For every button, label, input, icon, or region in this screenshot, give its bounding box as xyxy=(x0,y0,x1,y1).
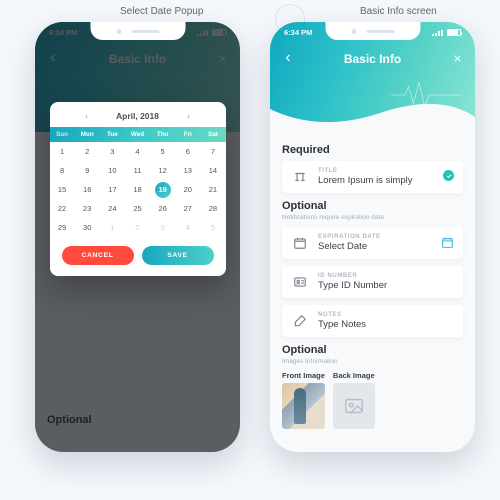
card-title[interactable]: TITLE Lorem Ipsum is simply xyxy=(282,161,463,193)
calendar-day[interactable]: 7 xyxy=(200,142,225,161)
card-id-value: Type ID Number xyxy=(318,280,454,291)
weekday-cell: Thu xyxy=(150,131,175,138)
weekday-header: SunMonTueWedThuFriSat xyxy=(50,127,226,142)
calendar-day[interactable]: 25 xyxy=(125,199,150,218)
calendar-day[interactable]: 22 xyxy=(50,199,75,218)
calendar-day[interactable]: 5 xyxy=(200,218,225,237)
status-time: 6:34 PM xyxy=(284,28,312,37)
calendar-day[interactable]: 3 xyxy=(100,142,125,161)
calendar-day[interactable]: 15 xyxy=(50,180,75,199)
section-optional-1: Optional xyxy=(282,200,463,212)
calendar-day[interactable]: 13 xyxy=(175,161,200,180)
weekday-cell: Tue xyxy=(100,131,125,138)
card-title-value: Lorem Ipsum is simply xyxy=(318,175,454,186)
card-exp-label: EXPIRATION DATE xyxy=(318,234,454,240)
phone-notch xyxy=(90,22,185,40)
phone-date-popup: 6:34 PM Basic Info Optional ‹ April, 201… xyxy=(35,22,240,452)
calendar-action-icon[interactable] xyxy=(441,236,454,254)
calendar-day[interactable]: 17 xyxy=(100,180,125,199)
notes-icon xyxy=(291,312,309,330)
front-image[interactable] xyxy=(282,383,325,429)
calendar-day[interactable]: 1 xyxy=(50,142,75,161)
calendar-day[interactable]: 16 xyxy=(75,180,100,199)
phone-basic-info: 6:34 PM Basic Info Required TITLE Lorem xyxy=(270,22,475,452)
close-icon[interactable] xyxy=(452,52,463,67)
calendar-day[interactable]: 6 xyxy=(175,142,200,161)
date-picker-popup: ‹ April, 2018 › SunMonTueWedThuFriSat 12… xyxy=(50,102,226,276)
calendar-day[interactable]: 8 xyxy=(50,161,75,180)
back-image-label: Back Image xyxy=(333,371,375,380)
calendar-day[interactable]: 1 xyxy=(100,218,125,237)
calendar-day[interactable]: 24 xyxy=(100,199,125,218)
front-image-label: Front Image xyxy=(282,371,325,380)
text-icon xyxy=(291,168,309,186)
check-badge xyxy=(443,170,454,181)
battery-icon xyxy=(447,29,461,36)
calendar-day[interactable]: 2 xyxy=(125,218,150,237)
card-notes-value: Type Notes xyxy=(318,319,454,330)
section-optional-2-sub: Images Information xyxy=(282,358,463,365)
section-optional-1-sub: Notifications require expiration date xyxy=(282,214,463,221)
next-month-icon[interactable]: › xyxy=(187,111,190,121)
section-optional-2: Optional xyxy=(282,344,463,356)
weekday-cell: Mon xyxy=(75,131,100,138)
month-navigation: ‹ April, 2018 › xyxy=(50,102,226,127)
title-bar: Basic Info xyxy=(270,52,475,66)
calendar-day-selected[interactable]: 19 xyxy=(150,180,175,199)
card-expiration-date[interactable]: EXPIRATION DATE Select Date xyxy=(282,227,463,259)
calendar-day[interactable]: 21 xyxy=(200,180,225,199)
calendar-day[interactable]: 28 xyxy=(200,199,225,218)
card-notes[interactable]: NOTES Type Notes xyxy=(282,305,463,337)
weekday-cell: Wed xyxy=(125,131,150,138)
card-id-label: ID NUMBER xyxy=(318,273,454,279)
status-indicators xyxy=(432,28,461,37)
calendar-icon xyxy=(291,234,309,252)
calendar-day[interactable]: 11 xyxy=(125,161,150,180)
calendar-day[interactable]: 9 xyxy=(75,161,100,180)
calendar-day[interactable]: 4 xyxy=(125,142,150,161)
annotation-right: Basic Info screen xyxy=(360,6,437,17)
save-button[interactable]: SAVE xyxy=(142,246,214,265)
card-id-number[interactable]: ID NUMBER Type ID Number xyxy=(282,266,463,298)
card-title-label: TITLE xyxy=(318,168,454,174)
section-required: Required xyxy=(282,144,463,156)
weekday-cell: Fri xyxy=(175,131,200,138)
calendar-day[interactable]: 14 xyxy=(200,161,225,180)
page-title: Basic Info xyxy=(344,52,401,66)
calendar-day[interactable]: 18 xyxy=(125,180,150,199)
weekday-cell: Sun xyxy=(50,131,75,138)
weekday-cell: Sat xyxy=(200,131,225,138)
calendar-day[interactable]: 26 xyxy=(150,199,175,218)
cancel-button[interactable]: CANCEL xyxy=(62,246,134,265)
back-image-placeholder[interactable] xyxy=(333,383,375,429)
month-label: April, 2018 xyxy=(116,111,159,121)
card-notes-label: NOTES xyxy=(318,312,454,318)
calendar-day[interactable]: 29 xyxy=(50,218,75,237)
annotation-left: Select Date Popup xyxy=(120,6,203,17)
prev-month-icon[interactable]: ‹ xyxy=(85,111,88,121)
signal-icon xyxy=(432,29,443,36)
popup-actions: CANCEL SAVE xyxy=(50,237,226,276)
id-icon xyxy=(291,273,309,291)
calendar-day[interactable]: 30 xyxy=(75,218,100,237)
calendar-grid: 1234567891011121314151617181920212223242… xyxy=(50,142,226,237)
calendar-day[interactable]: 20 xyxy=(175,180,200,199)
calendar-day[interactable]: 4 xyxy=(175,218,200,237)
calendar-day[interactable]: 27 xyxy=(175,199,200,218)
calendar-day[interactable]: 2 xyxy=(75,142,100,161)
calendar-day[interactable]: 5 xyxy=(150,142,175,161)
screen-content: Required TITLE Lorem Ipsum is simply Opt… xyxy=(270,132,475,452)
calendar-day[interactable]: 3 xyxy=(150,218,175,237)
calendar-day[interactable]: 10 xyxy=(100,161,125,180)
phone-notch xyxy=(325,22,420,40)
image-row: Front Image Back Image xyxy=(282,371,463,429)
calendar-day[interactable]: 23 xyxy=(75,199,100,218)
calendar-day[interactable]: 12 xyxy=(150,161,175,180)
card-exp-value: Select Date xyxy=(318,241,454,252)
back-icon[interactable] xyxy=(282,52,294,67)
header-wave xyxy=(270,99,475,133)
